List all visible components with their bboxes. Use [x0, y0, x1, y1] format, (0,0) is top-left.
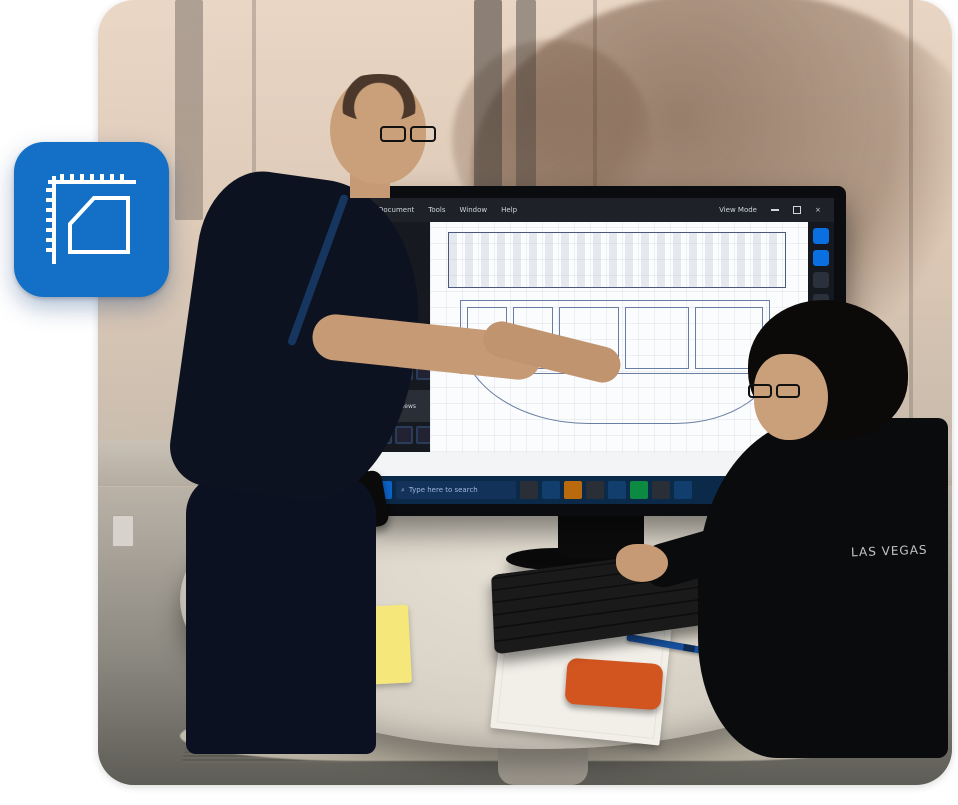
app-right-toolbar	[808, 222, 834, 452]
photo-office-collaboration: Document Tools Window Help View Mode × E…	[98, 0, 952, 785]
menu-help: Help	[501, 206, 517, 214]
taskbar-search: ⌕ Type here to search	[396, 481, 516, 499]
touchscreen-monitor: Document Tools Window Help View Mode × E…	[356, 186, 846, 516]
view-mode-label: View Mode	[719, 206, 757, 214]
app-left-panel: Explore Views Recent Views	[368, 222, 430, 452]
taskbar-app-icon	[542, 481, 560, 499]
taskbar-app-icon	[652, 481, 670, 499]
taskbar-app-icon	[520, 481, 538, 499]
feature-badge: blueprint-crop-icon	[14, 142, 169, 297]
taskbar-app-icon	[586, 481, 604, 499]
app-menu-bar: Document Tools Window Help View Mode ×	[368, 198, 834, 222]
tool-zoom-icon	[813, 272, 829, 288]
sticky-note	[312, 605, 412, 688]
tool-crop-icon	[813, 316, 829, 332]
taskbar-app-icon	[674, 481, 692, 499]
tool-presentation-icon	[813, 424, 829, 452]
tool-pan-icon	[813, 250, 829, 266]
tool-measure-icon	[813, 294, 829, 310]
tool-layers-icon	[813, 338, 829, 354]
menu-tools: Tools	[428, 206, 445, 214]
menu-document: Document	[378, 206, 414, 214]
tool-settings-icon	[813, 360, 829, 376]
taskbar-clock: 2:31 PM 9/25/2019	[797, 484, 828, 497]
taskbar-app-icon	[630, 481, 648, 499]
mouse	[728, 497, 772, 559]
floorplan-canvas	[430, 222, 808, 452]
windows-taskbar: ⌕ Type here to search 2:31 PM 9/25/2019	[368, 476, 834, 504]
taskbar-app-icon	[608, 481, 626, 499]
screen-content: Document Tools Window Help View Mode × E…	[368, 198, 834, 476]
taskbar-app-icon	[564, 481, 582, 499]
smartphone-orange	[565, 658, 664, 711]
blueprint-crop-icon	[42, 170, 142, 270]
tool-select-icon	[813, 228, 829, 244]
monitor-stand	[558, 510, 644, 558]
menu-window: Window	[460, 206, 488, 214]
